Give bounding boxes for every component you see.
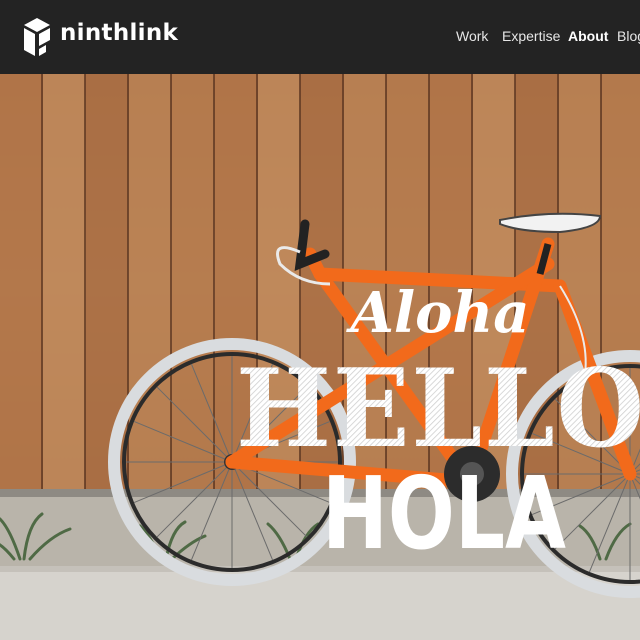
nav-item-blog[interactable]: Blog bbox=[617, 28, 640, 44]
concrete-ledge bbox=[0, 566, 640, 640]
greeting-hola: HOLA bbox=[322, 455, 566, 572]
nav-item-work[interactable]: Work bbox=[456, 28, 488, 44]
logo-link[interactable]: ninthlink bbox=[22, 16, 178, 58]
hero-image: Aloha HELLO HOLA bbox=[0, 74, 640, 640]
brand-name: ninthlink bbox=[60, 20, 179, 46]
cube-logo-icon bbox=[24, 18, 50, 56]
hero-banner: Aloha HELLO HOLA bbox=[0, 74, 640, 640]
nav-item-expertise[interactable]: Expertise bbox=[502, 28, 560, 44]
greeting-aloha: Aloha bbox=[345, 280, 529, 346]
nav-item-about[interactable]: About bbox=[568, 28, 608, 44]
site-header: ninthlink Work Expertise About Blog bbox=[0, 0, 640, 74]
greeting-hello: HELLO bbox=[236, 346, 640, 472]
